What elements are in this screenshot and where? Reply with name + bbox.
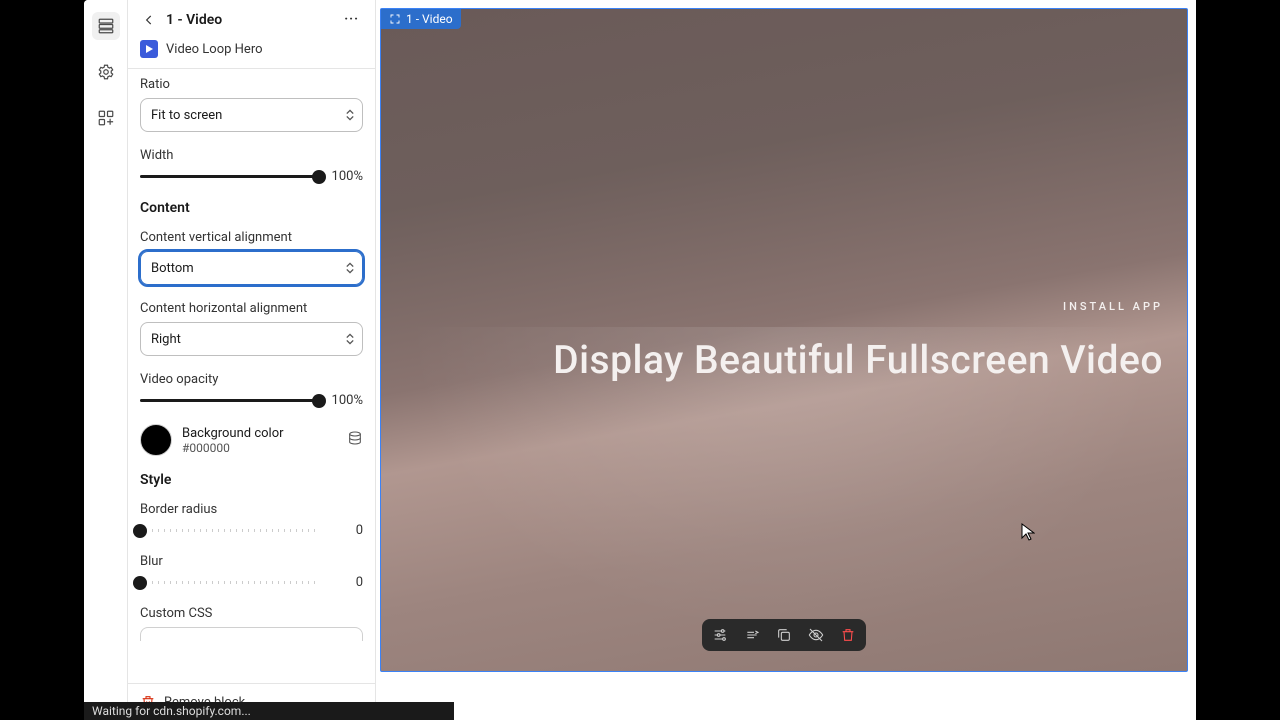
opacity-label: Video opacity [140, 372, 363, 387]
chevrons-icon [346, 110, 354, 121]
trash-icon [840, 627, 856, 643]
ctx-duplicate-button[interactable] [774, 625, 794, 645]
radius-label: Border radius [140, 502, 363, 517]
selection-badge: 1 - Video [381, 9, 461, 29]
hero-eyebrow: INSTALL APP [553, 300, 1163, 313]
chevrons-icon [346, 334, 354, 345]
css-label: Custom CSS [140, 606, 363, 621]
context-toolbar [702, 619, 866, 651]
inspector-panel: 1 - Video ··· Video Loop Hero Ratio Fit … [128, 0, 376, 720]
apps-icon [97, 109, 115, 127]
content-section-heading: Content [140, 200, 363, 216]
sections-tab[interactable] [92, 12, 120, 40]
style-section-heading: Style [140, 472, 363, 488]
video-section-preview[interactable]: 1 - Video INSTALL APP Display Beautiful … [380, 8, 1188, 672]
gear-icon [97, 63, 115, 81]
play-icon [144, 44, 154, 54]
cursor-icon [1021, 523, 1035, 545]
sections-icon [97, 17, 115, 35]
opacity-slider[interactable] [140, 394, 319, 408]
width-value: 100% [327, 169, 363, 184]
badge-label: 1 - Video [406, 12, 453, 26]
letterbox-left [0, 0, 84, 720]
status-bar: Waiting for cdn.shopify.com... [84, 702, 454, 720]
bgcolor-value: #000000 [182, 441, 337, 455]
ratio-select[interactable]: Fit to screen [140, 98, 363, 132]
radius-value: 0 [327, 523, 363, 538]
bgcolor-label: Background color [182, 426, 337, 441]
arrows-icon [744, 627, 760, 643]
block-type-label: Video Loop Hero [166, 42, 263, 57]
blur-value: 0 [327, 575, 363, 590]
ctx-settings-button[interactable] [710, 625, 730, 645]
width-slider[interactable] [140, 170, 319, 184]
letterbox-right [1196, 0, 1280, 720]
ratio-value: Fit to screen [151, 108, 222, 123]
radius-slider[interactable] [140, 524, 319, 538]
chevrons-icon [346, 263, 354, 274]
halign-label: Content horizontal alignment [140, 301, 363, 316]
ctx-delete-button[interactable] [838, 625, 858, 645]
width-label: Width [140, 148, 363, 163]
ratio-label: Ratio [140, 77, 363, 92]
stack-icon [347, 430, 363, 446]
valign-value: Bottom [151, 261, 194, 276]
blur-slider[interactable] [140, 576, 319, 590]
fullscreen-icon [389, 13, 401, 25]
bgcolor-swatch[interactable] [140, 424, 172, 456]
custom-css-input[interactable] [140, 627, 363, 641]
nav-rail [84, 0, 128, 720]
ctx-hide-button[interactable] [806, 625, 826, 645]
ctx-move-button[interactable] [742, 625, 762, 645]
halign-select[interactable]: Right [140, 322, 363, 356]
preview-canvas: 1 - Video INSTALL APP Display Beautiful … [376, 0, 1196, 720]
blur-label: Blur [140, 554, 363, 569]
eye-off-icon [808, 627, 824, 643]
valign-label: Content vertical alignment [140, 230, 363, 245]
halign-value: Right [151, 332, 181, 347]
panel-title: 1 - Video [166, 12, 332, 28]
sliders-icon [712, 627, 728, 643]
bgcolor-library-button[interactable] [347, 430, 363, 450]
hero-heading: Display Beautiful Fullscreen Video [553, 337, 1163, 383]
block-type-icon [140, 40, 158, 58]
chevron-left-icon [142, 13, 156, 27]
settings-tab[interactable] [92, 58, 120, 86]
more-button[interactable]: ··· [340, 10, 363, 29]
opacity-value: 100% [327, 393, 363, 408]
valign-select[interactable]: Bottom [140, 251, 363, 285]
back-button[interactable] [140, 11, 158, 29]
copy-icon [776, 627, 792, 643]
apps-tab[interactable] [92, 104, 120, 132]
